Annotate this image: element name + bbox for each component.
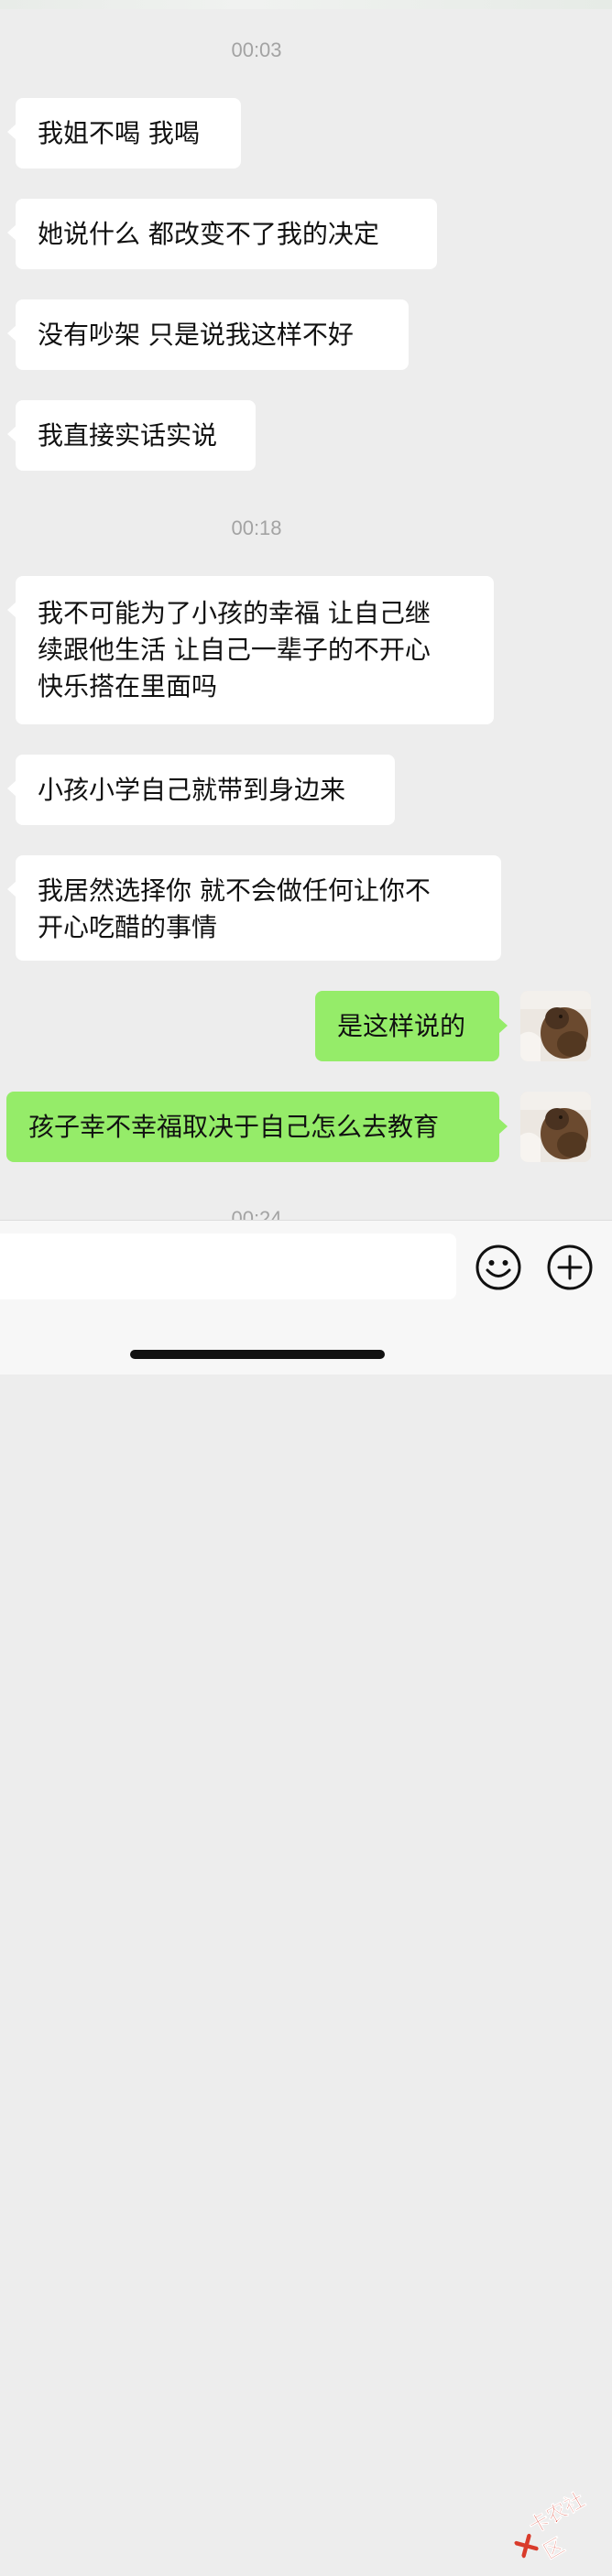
message-text: 我姐不喝 我喝 (38, 118, 200, 148)
message-text: 我直接实话实说 (38, 420, 218, 451)
home-indicator[interactable] (130, 1350, 385, 1359)
smiley-face-icon (475, 1245, 521, 1290)
emoji-button[interactable] (475, 1244, 522, 1291)
avatar[interactable] (520, 1092, 591, 1162)
incoming-message[interactable]: 我直接实话实说 (7, 400, 256, 471)
message-text-line: 我居然选择你 就不会做任何让你不 (38, 875, 431, 906)
incoming-message[interactable]: 我不可能为了小孩的幸福 让自己继 续跟他生活 让自己一辈子的不开心 快乐搭在里面… (7, 576, 494, 724)
message-text-line: 续跟他生活 让自己一辈子的不开心 (38, 635, 431, 665)
message-text: 孩子幸不幸福取决于自己怎么去教育 (28, 1112, 440, 1142)
incoming-message[interactable]: 我居然选择你 就不会做任何让你不 开心吃醋的事情 (7, 855, 501, 961)
outgoing-message[interactable]: 孩子幸不幸福取决于自己怎么去教育 (6, 1092, 508, 1162)
message-text-line: 开心吃醋的事情 (38, 912, 218, 942)
chat-history[interactable]: 00:03 我姐不喝 我喝 她说什么 都改变不了我的决定 没有吵架 只是说我这样… (0, 0, 612, 1220)
message-text-line: 快乐搭在里面吗 (38, 671, 218, 701)
message-text-line: 我不可能为了小孩的幸福 让自己继 (38, 598, 431, 628)
incoming-message[interactable]: 她说什么 都改变不了我的决定 (7, 199, 437, 269)
timestamp: 00:03 (231, 38, 282, 61)
message-text: 小孩小学自己就带到身边来 (38, 775, 346, 805)
watermark-text: 卡农社区 (525, 2488, 590, 2565)
message-input[interactable] (0, 1234, 456, 1299)
incoming-message[interactable]: 没有吵架 只是说我这样不好 (7, 299, 409, 370)
incoming-message[interactable]: 我姐不喝 我喝 (7, 98, 241, 168)
message-text: 是这样说的 (337, 1011, 466, 1041)
incoming-message[interactable]: 小孩小学自己就带到身边来 (7, 755, 395, 825)
message-text: 她说什么 都改变不了我的决定 (38, 219, 379, 249)
more-button[interactable] (546, 1244, 594, 1291)
timestamp: 00:18 (231, 516, 282, 539)
watermark: 卡农社区 (504, 2478, 612, 2575)
plus-circle-icon (547, 1245, 593, 1290)
message-text: 没有吵架 只是说我这样不好 (38, 320, 354, 350)
timestamp: 00:24 (231, 1207, 282, 1220)
avatar[interactable] (520, 991, 591, 1061)
outgoing-message[interactable]: 是这样说的 (315, 991, 508, 1061)
